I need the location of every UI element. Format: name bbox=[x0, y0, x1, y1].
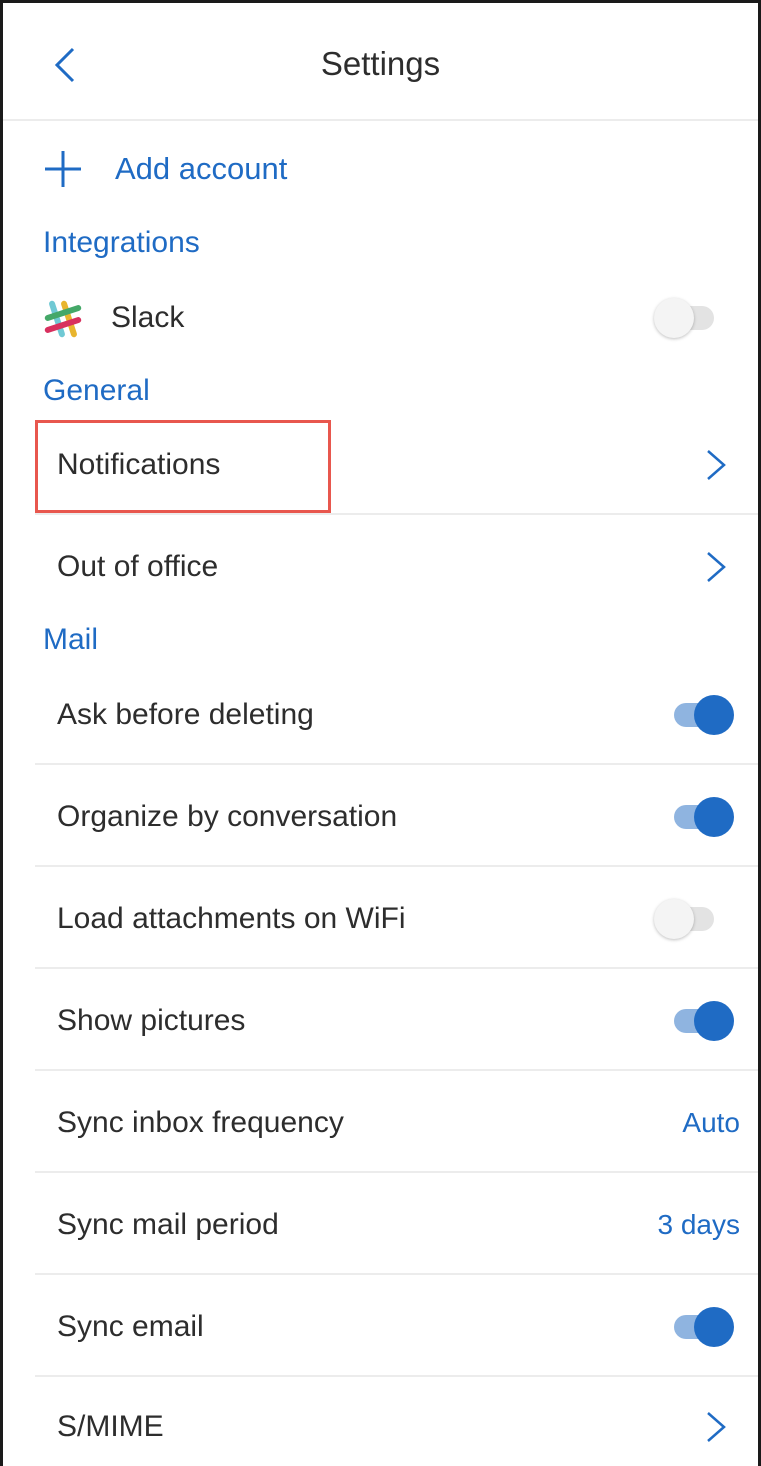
app-header: Settings bbox=[3, 3, 758, 121]
add-account-label: Add account bbox=[115, 151, 288, 186]
load-attachments-toggle[interactable] bbox=[654, 898, 718, 940]
organize-by-conversation-toggle[interactable] bbox=[672, 796, 734, 838]
sync-inbox-frequency-label: Sync inbox frequency bbox=[57, 1106, 344, 1139]
out-of-office-row[interactable]: Out of office bbox=[3, 517, 758, 617]
toggle-knob bbox=[654, 899, 694, 939]
show-pictures-row[interactable]: Show pictures bbox=[3, 971, 758, 1071]
settings-screen: Settings Add account Integrations Slack … bbox=[0, 0, 761, 1466]
notifications-label: Notifications bbox=[57, 448, 221, 481]
chevron-right-icon bbox=[707, 1412, 726, 1442]
slack-icon bbox=[44, 300, 82, 338]
toggle-knob bbox=[694, 1307, 734, 1347]
smime-label: S/MIME bbox=[57, 1410, 164, 1443]
chevron-right-icon bbox=[707, 552, 726, 582]
slack-toggle[interactable] bbox=[654, 297, 718, 339]
section-integrations: Integrations bbox=[43, 226, 200, 259]
sync-mail-period-value: 3 days bbox=[657, 1209, 741, 1240]
ask-before-deleting-toggle[interactable] bbox=[672, 694, 734, 736]
toggle-knob bbox=[694, 1001, 734, 1041]
load-attachments-label: Load attachments on WiFi bbox=[57, 902, 406, 935]
load-attachments-row[interactable]: Load attachments on WiFi bbox=[3, 869, 758, 969]
sync-mail-period-label: Sync mail period bbox=[57, 1208, 279, 1241]
page-title: Settings bbox=[320, 45, 441, 82]
ask-before-deleting-row[interactable]: Ask before deleting bbox=[3, 665, 758, 765]
out-of-office-label: Out of office bbox=[57, 550, 219, 583]
sync-email-toggle[interactable] bbox=[672, 1306, 734, 1348]
chevron-right-icon bbox=[707, 450, 726, 480]
ask-before-deleting-label: Ask before deleting bbox=[57, 698, 314, 731]
slack-label: Slack bbox=[111, 301, 185, 334]
sync-mail-period-row[interactable]: Sync mail period 3 days bbox=[3, 1175, 758, 1275]
sync-email-label: Sync email bbox=[57, 1310, 204, 1343]
sync-inbox-frequency-row[interactable]: Sync inbox frequency Auto bbox=[3, 1073, 758, 1173]
toggle-knob bbox=[694, 797, 734, 837]
show-pictures-label: Show pictures bbox=[57, 1004, 246, 1037]
section-general: General bbox=[43, 374, 150, 407]
slack-row: Slack bbox=[3, 283, 758, 353]
plus-icon bbox=[45, 151, 81, 187]
organize-by-conversation-row[interactable]: Organize by conversation bbox=[3, 767, 758, 867]
toggle-knob bbox=[694, 695, 734, 735]
sync-email-row[interactable]: Sync email bbox=[3, 1277, 758, 1377]
notifications-row[interactable]: Notifications bbox=[3, 415, 758, 515]
add-account-button[interactable]: Add account bbox=[43, 143, 287, 195]
sync-inbox-frequency-value: Auto bbox=[682, 1107, 740, 1138]
section-mail: Mail bbox=[43, 623, 99, 656]
toggle-knob bbox=[654, 298, 694, 338]
smime-row[interactable]: S/MIME bbox=[3, 1377, 758, 1466]
organize-by-conversation-label: Organize by conversation bbox=[57, 800, 398, 833]
show-pictures-toggle[interactable] bbox=[672, 1000, 734, 1042]
